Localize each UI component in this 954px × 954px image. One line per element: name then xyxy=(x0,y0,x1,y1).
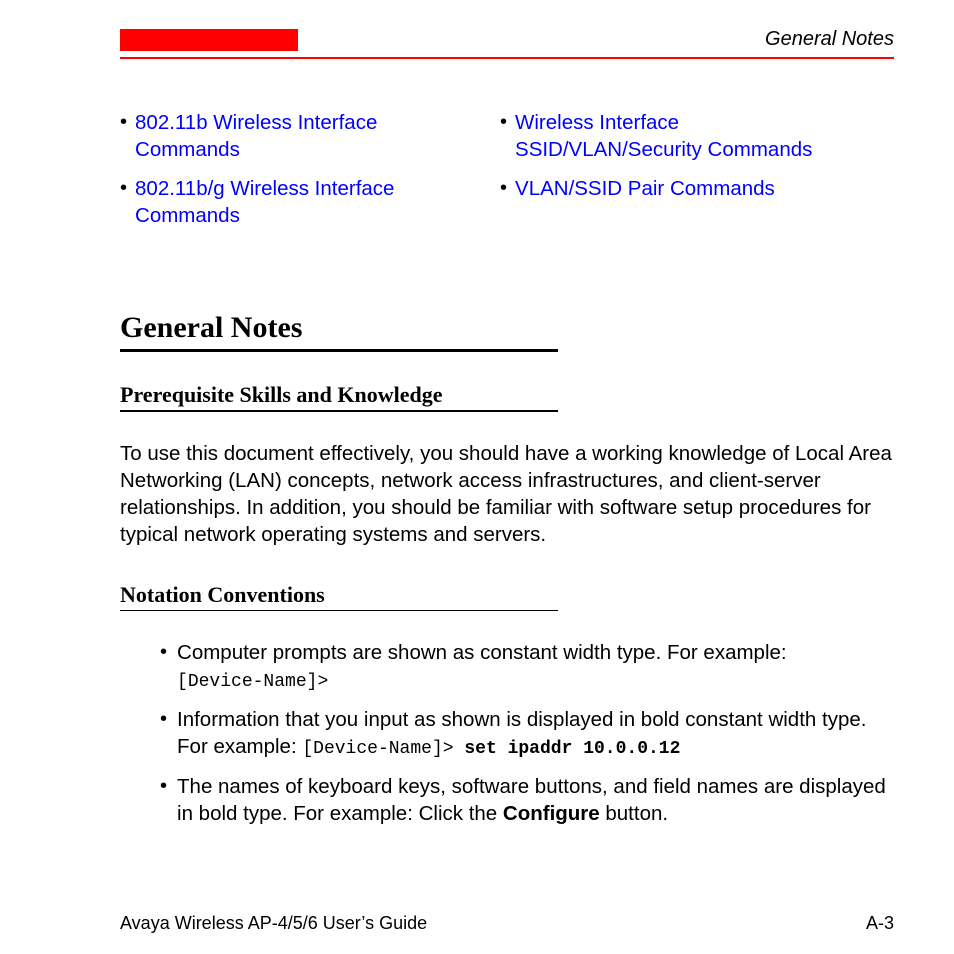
header-red-block xyxy=(120,29,298,51)
page-header: General Notes xyxy=(120,28,894,57)
subsection-heading-prereq: Prerequisite Skills and Knowledge xyxy=(120,382,894,408)
link-item[interactable]: • Wireless Interface SSID/VLAN/Security … xyxy=(500,109,840,163)
bullet-icon: • xyxy=(160,773,167,799)
code-prompt: [Device-Name]> xyxy=(302,739,464,759)
notation-text: The names of keyboard keys, software but… xyxy=(177,773,894,827)
link-text: Wireless Interface SSID/VLAN/Security Co… xyxy=(515,109,840,163)
subsection-rule xyxy=(120,610,558,612)
bullet-icon: • xyxy=(160,706,167,732)
subsection-rule xyxy=(120,410,558,412)
bullet-icon: • xyxy=(160,639,167,665)
notation-item-2: • Information that you input as shown is… xyxy=(160,706,894,763)
cross-reference-links: • 802.11b Wireless Interface Commands • … xyxy=(120,109,894,241)
link-column-left: • 802.11b Wireless Interface Commands • … xyxy=(120,109,460,241)
page-footer: Avaya Wireless AP-4/5/6 User’s Guide A-3 xyxy=(120,913,894,934)
link-text: VLAN/SSID Pair Commands xyxy=(515,175,775,202)
link-column-right: • Wireless Interface SSID/VLAN/Security … xyxy=(500,109,840,241)
footer-book-title: Avaya Wireless AP-4/5/6 User’s Guide xyxy=(120,913,427,934)
code-input: set ipaddr 10.0.0.12 xyxy=(464,739,680,759)
content-area: • 802.11b Wireless Interface Commands • … xyxy=(120,109,894,827)
header-rule xyxy=(120,57,894,59)
notation-item-3: • The names of keyboard keys, software b… xyxy=(160,773,894,827)
notation-list: • Computer prompts are shown as constant… xyxy=(160,639,894,827)
running-header-title: General Notes xyxy=(765,28,894,51)
code-example: [Device-Name]> xyxy=(177,672,328,692)
link-item[interactable]: • 802.11b/g Wireless Interface Commands xyxy=(120,175,460,229)
prereq-paragraph: To use this document effectively, you sh… xyxy=(120,440,894,548)
link-text: 802.11b Wireless Interface Commands xyxy=(135,109,460,163)
bullet-icon: • xyxy=(500,109,507,135)
notation-text: Information that you input as shown is d… xyxy=(177,706,894,763)
link-item[interactable]: • 802.11b Wireless Interface Commands xyxy=(120,109,460,163)
subsection-heading-notation: Notation Conventions xyxy=(120,582,894,608)
link-text: 802.11b/g Wireless Interface Commands xyxy=(135,175,460,229)
bullet-icon: • xyxy=(120,109,127,135)
notation-lead: Computer prompts are shown as constant w… xyxy=(177,641,787,664)
ui-name-bold: Configure xyxy=(503,802,600,825)
notation-text: Computer prompts are shown as constant w… xyxy=(177,639,787,696)
bullet-icon: • xyxy=(500,175,507,201)
notation-item-1: • Computer prompts are shown as constant… xyxy=(160,639,894,696)
page: General Notes • 802.11b Wireless Interfa… xyxy=(0,0,954,954)
link-item[interactable]: • VLAN/SSID Pair Commands xyxy=(500,175,840,202)
section-heading-general-notes: General Notes xyxy=(120,311,894,345)
bullet-icon: • xyxy=(120,175,127,201)
footer-page-number: A-3 xyxy=(866,913,894,934)
notation-tail: button. xyxy=(600,802,668,825)
section-rule xyxy=(120,349,558,352)
